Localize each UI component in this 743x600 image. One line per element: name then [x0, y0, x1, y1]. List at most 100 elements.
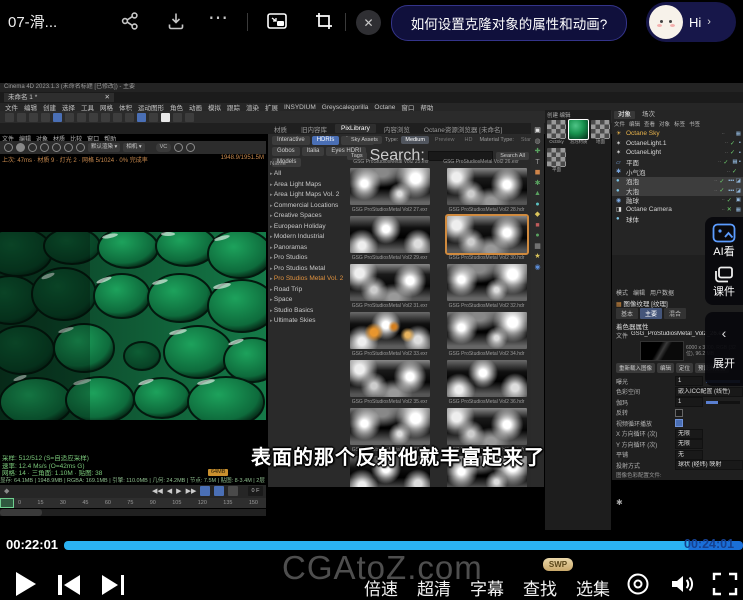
object-name[interactable]: 小气泡 — [626, 167, 725, 177]
hdri-thumbnail[interactable] — [447, 216, 527, 253]
attribute-slider[interactable] — [706, 401, 740, 404]
c4d-tool-icon[interactable] — [113, 113, 122, 122]
type-option[interactable]: Medium — [401, 136, 429, 144]
object-manager-tab[interactable]: 场次 — [638, 111, 659, 119]
object-manager-menu-item[interactable]: 文件 — [614, 120, 625, 128]
progress-bar[interactable] — [64, 541, 743, 550]
object-row[interactable]: ✶ OctaneLight.1 ∙∙ ✓ ▪ — [612, 139, 743, 149]
object-name[interactable]: 融球 — [626, 195, 719, 205]
attribute-value[interactable]: 无 — [675, 450, 703, 460]
c4d-menu-item[interactable]: 帮助 — [420, 103, 433, 111]
visibility-dots[interactable]: ∙∙ — [725, 140, 728, 146]
palette-icon[interactable]: ◆ — [535, 211, 540, 218]
c4d-tool-icon[interactable] — [53, 113, 62, 122]
palette-icon[interactable]: ▦ — [534, 243, 541, 250]
visibility-dots[interactable]: ∙∙ — [727, 169, 730, 175]
tree-item[interactable]: Road Trip — [270, 285, 344, 296]
settings-gear-icon[interactable]: ✱ — [616, 498, 623, 507]
assistant-entry-button[interactable]: Hi › — [646, 2, 736, 42]
c4d-browser-tab[interactable]: 内容浏览 — [378, 123, 416, 135]
picture-in-picture-icon[interactable] — [266, 11, 288, 31]
c4d-menu-item[interactable]: 创建 — [43, 103, 56, 111]
tree-item[interactable]: Panoramas — [270, 243, 344, 254]
tree-item[interactable]: European Holiday — [270, 222, 344, 233]
hdri-thumbnail[interactable] — [350, 360, 430, 397]
sound-toggle-button[interactable] — [228, 486, 238, 496]
c4d-doc-tab[interactable]: 未命名 1 * ✕ — [4, 93, 114, 102]
hdri-cell[interactable]: GSG ProStudiosMetal Vol2 28.hdr — [443, 168, 530, 213]
material-swatch[interactable] — [569, 120, 588, 139]
object-tags[interactable]: ▦ — [736, 207, 743, 213]
object-tags[interactable]: ▦ — [736, 131, 743, 137]
c4d-menu-item[interactable]: 工具 — [81, 103, 94, 111]
tree-item[interactable]: Pro Studios — [270, 253, 344, 264]
c4d-browser-tab[interactable]: 旧内容库 — [295, 123, 333, 135]
visibility-dots[interactable]: ∙∙ — [714, 178, 717, 184]
player-menu-item[interactable]: 超清 — [417, 575, 451, 600]
attribute-row[interactable]: 平铺 无 — [616, 450, 740, 461]
sky-assets-button[interactable]: Sky Assets — [347, 136, 382, 144]
gsg-tab[interactable]: Interactive — [272, 136, 310, 145]
object-name[interactable]: Octane Sky — [626, 130, 719, 137]
hdri-thumbnail[interactable] — [350, 312, 430, 349]
object-name[interactable]: 平面 — [626, 157, 716, 167]
download-icon[interactable] — [166, 11, 186, 31]
goto-start-icon[interactable]: ◀◀ — [152, 487, 163, 495]
hdri-cell[interactable]: GSG ProStudiosMetal Vol2 35.exr — [346, 360, 433, 405]
option-icon[interactable] — [186, 143, 195, 152]
attribute-tab[interactable]: 主要 — [640, 308, 662, 319]
tree-item[interactable]: Area Light Maps — [270, 180, 344, 191]
autokey-button[interactable] — [214, 486, 224, 496]
c4d-menu-item[interactable]: Greyscalegorilla — [322, 104, 369, 111]
hdri-cell[interactable]: GSG ProStudiosMetal Vol2 30.hdr — [443, 216, 530, 261]
c4d-menu-item[interactable]: 窗口 — [401, 103, 414, 111]
attribute-row[interactable]: 色彩空间 嵌入ICC配置 (线性) — [616, 387, 740, 398]
object-row[interactable]: ☀ Octane Sky ∙∙ ▦ — [612, 129, 743, 139]
material-swatch[interactable] — [547, 148, 566, 167]
hdri-thumbnail[interactable] — [350, 216, 430, 253]
material-item[interactable]: 泡泡材质 — [569, 120, 588, 145]
c4d-menu-item[interactable]: 运动图形 — [138, 103, 164, 111]
palette-icon[interactable]: ● — [535, 201, 539, 208]
object-row[interactable]: ● 泡泡 ∙∙ ✓ ▪▪▪ ◪ — [612, 177, 743, 187]
tree-item[interactable]: Creative Spaces — [270, 211, 344, 222]
fullscreen-icon[interactable] — [712, 572, 738, 596]
c4d-menu-item[interactable]: 跟踪 — [227, 103, 240, 111]
hdri-cell[interactable]: GSG ProStudiosMetal Vol2 33.exr — [346, 312, 433, 357]
material-item[interactable]: OctSky — [547, 120, 566, 145]
object-tags[interactable]: ▣ — [736, 197, 743, 203]
hdri-thumbnail[interactable] — [447, 408, 527, 445]
courseware-button[interactable]: 课件 — [713, 266, 735, 299]
c4d-menu-item[interactable]: 体积 — [119, 103, 132, 111]
type-option[interactable]: HD — [460, 136, 476, 144]
palette-icon[interactable]: ✱ — [535, 180, 541, 187]
option-icon[interactable] — [174, 143, 183, 152]
attribute-tab[interactable]: 混合 — [664, 308, 686, 319]
attribute-value[interactable]: 球状 (经纬) 映射 — [675, 460, 743, 470]
attribute-tab[interactable]: 基本 — [616, 308, 638, 319]
material-pick-icon[interactable] — [76, 143, 85, 152]
tree-item[interactable]: Pro Studios Metal — [270, 264, 344, 275]
c4d-tool-icon[interactable] — [101, 113, 110, 122]
tree-item[interactable]: Area Light Maps Vol. 2 — [270, 190, 344, 201]
c4d-browser-tab[interactable]: Octane资源浏览器 [未命名] — [418, 123, 508, 135]
hdri-cell[interactable]: GSG ProStudiosMetal Vol2 31.exr — [346, 264, 433, 309]
c4d-menu-item[interactable]: Octane — [374, 104, 395, 111]
record-screen-icon[interactable] — [626, 572, 650, 596]
c4d-menu-item[interactable]: 编辑 — [24, 103, 37, 111]
next-episode-button[interactable] — [98, 574, 124, 596]
tree-item[interactable]: Studio Basics — [270, 306, 344, 317]
texture-action-button[interactable]: 编辑 — [657, 363, 674, 373]
attribute-row[interactable]: 投射方式 球状 (经纬) 映射 — [616, 460, 740, 471]
hdri-thumbnail[interactable] — [447, 312, 527, 349]
tree-item[interactable]: Pro Studios Metal Vol. 2 — [270, 274, 344, 285]
c4d-tool-icon[interactable] — [185, 113, 194, 122]
visibility-dots[interactable]: ∙∙ — [725, 150, 728, 156]
object-name[interactable]: Octane Camera — [626, 206, 719, 213]
object-name[interactable]: 大泡 — [626, 186, 712, 196]
visibility-dots[interactable]: ∙∙ — [721, 131, 724, 137]
enable-check-icon[interactable]: ✓ — [719, 178, 726, 185]
play-forward-icon[interactable]: ▶ — [176, 487, 181, 495]
c4d-menu-item[interactable]: 扩展 — [265, 103, 278, 111]
attribute-value[interactable]: 无限 — [675, 429, 703, 439]
